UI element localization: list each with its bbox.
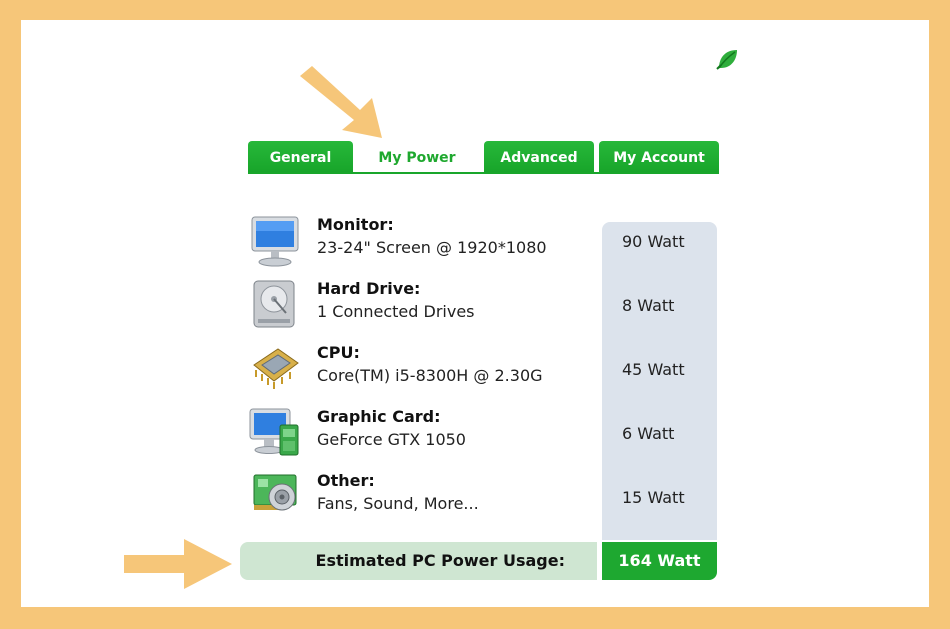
graphic-card-title: Graphic Card: <box>317 407 441 426</box>
list-item-cpu: CPU: Core(TM) i5-8300H @ 2.30G 45 Watt <box>248 343 718 403</box>
monitor-title: Monitor: <box>317 215 394 234</box>
leaf-icon[interactable] <box>715 48 739 70</box>
summary-value: 164 Watt <box>602 542 717 580</box>
monitor-detail: 23-24" Screen @ 1920*1080 <box>317 238 547 257</box>
list-item-monitor: Monitor: 23-24" Screen @ 1920*1080 90 Wa… <box>248 215 718 275</box>
list-item-graphic-card: Graphic Card: GeForce GTX 1050 6 Watt <box>248 407 718 467</box>
tab-my-account[interactable]: My Account <box>599 141 719 174</box>
monitor-icon <box>251 216 299 267</box>
cpu-title: CPU: <box>317 343 360 362</box>
hard-drive-watt: 8 Watt <box>622 296 675 315</box>
list-item-hard-drive: Hard Drive: 1 Connected Drives 8 Watt <box>248 279 718 339</box>
tab-general[interactable]: General <box>248 141 353 174</box>
other-detail: Fans, Sound, More... <box>317 494 479 513</box>
hard-drive-icon <box>253 280 295 328</box>
hard-drive-detail: 1 Connected Drives <box>317 302 475 321</box>
graphic-card-detail: GeForce GTX 1050 <box>317 430 466 449</box>
sound-card-icon <box>253 474 297 511</box>
list-item-other: Other: Fans, Sound, More... 15 Watt <box>248 471 718 531</box>
hard-drive-title: Hard Drive: <box>317 279 421 298</box>
tab-my-power[interactable]: My Power <box>355 141 479 174</box>
annotation-arrow-icon <box>300 66 382 138</box>
tab-underline <box>248 172 719 174</box>
monitor-watt: 90 Watt <box>622 232 685 251</box>
cpu-watt: 45 Watt <box>622 360 685 379</box>
annotation-arrow-icon-2 <box>124 539 232 589</box>
graphic-card-icon <box>249 408 299 456</box>
other-watt: 15 Watt <box>622 488 685 507</box>
cpu-icon <box>253 348 299 389</box>
cpu-detail: Core(TM) i5-8300H @ 2.30G <box>317 366 543 385</box>
other-title: Other: <box>317 471 375 490</box>
summary-label: Estimated PC Power Usage: <box>240 542 597 580</box>
graphic-card-watt: 6 Watt <box>622 424 675 443</box>
tab-advanced[interactable]: Advanced <box>484 141 594 174</box>
